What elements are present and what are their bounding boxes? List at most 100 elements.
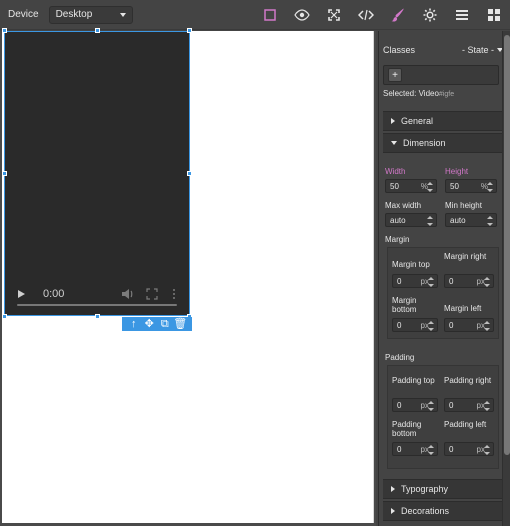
device-label: Device (8, 9, 39, 20)
resize-handle-middle-right[interactable] (187, 171, 192, 176)
sector-decorations[interactable]: Decorations (383, 501, 503, 521)
padding-top-stepper[interactable] (428, 401, 434, 411)
margin-top-stepper[interactable] (428, 277, 434, 287)
selected-indicator: Selected: Video#igfe (383, 89, 503, 101)
height-value: 50 (450, 181, 459, 191)
padding-bottom-stepper[interactable] (428, 445, 434, 455)
resize-handle-bottom-middle[interactable] (95, 314, 100, 319)
resize-handle-bottom-left[interactable] (2, 314, 7, 319)
move-icon[interactable]: ✥ (142, 317, 156, 331)
add-class-button[interactable]: + (388, 68, 402, 82)
dimension-properties: Width Height 50 % 50 % Max width Min hei… (383, 163, 503, 479)
padding-subpanel: Padding top Padding right 0 px 0 px Padd… (387, 365, 499, 469)
sector-title-dimension: Dimension (403, 138, 446, 148)
selected-element-toolbar: ↑ ✥ ⧉ 🗑 (122, 317, 192, 331)
editor-app: Device Desktop 0:00 ↑ ✥ ⧉ 🗑 Classes - St… (0, 0, 510, 526)
padding-bottom-value: 0 (397, 444, 402, 454)
selected-label: Selected: (383, 89, 417, 98)
selected-value: Video (418, 89, 439, 98)
classes-input-area[interactable]: + (383, 65, 499, 85)
page-frame[interactable]: 0:00 ↑ ✥ ⧉ 🗑 (2, 28, 374, 523)
padding-top-field[interactable]: 0 px (392, 398, 438, 412)
state-select-value: - State - (461, 45, 494, 55)
settings-button[interactable] (414, 0, 446, 30)
margin-top-label: Margin top (392, 260, 430, 269)
style-manager-panel: Classes - State - + Selected: Video#igfe… (378, 31, 510, 526)
device-select[interactable]: Desktop (48, 5, 133, 24)
style-manager-content: Classes - State - + Selected: Video#igfe… (379, 31, 503, 526)
arrow-up-icon[interactable]: ↑ (127, 317, 141, 331)
video-controls: 0:00 (5, 275, 189, 315)
padding-left-field[interactable]: 0 px (444, 442, 494, 456)
margin-right-field[interactable]: 0 px (444, 274, 494, 288)
preview-button[interactable] (286, 0, 318, 30)
margin-right-value: 0 (449, 276, 454, 286)
sector-title-typography: Typography (401, 484, 449, 494)
margin-left-label: Margin left (444, 304, 482, 313)
margin-left-value: 0 (449, 320, 454, 330)
style-manager-button[interactable] (382, 0, 414, 30)
trash-icon[interactable]: 🗑 (173, 317, 187, 331)
height-stepper[interactable] (487, 182, 493, 192)
copy-icon[interactable]: ⧉ (158, 317, 172, 331)
code-icon (358, 9, 374, 21)
max-width-field[interactable]: auto (385, 213, 437, 227)
resize-handle-middle-left[interactable] (2, 171, 7, 176)
padding-right-stepper[interactable] (484, 401, 490, 411)
volume-icon[interactable] (121, 288, 135, 300)
sector-title-general: General (401, 116, 434, 126)
resize-handle-top-left[interactable] (2, 28, 7, 33)
padding-right-field[interactable]: 0 px (444, 398, 494, 412)
max-width-select-arrows[interactable] (427, 216, 433, 226)
panel-scrollbar-thumb[interactable] (504, 35, 510, 455)
blocks-button[interactable] (478, 0, 510, 30)
sector-general[interactable]: General (383, 111, 503, 131)
more-vertical-icon[interactable] (169, 288, 179, 300)
margin-title: Margin (385, 235, 410, 244)
chevron-down-icon (391, 141, 397, 145)
margin-right-label: Margin right (444, 252, 487, 261)
min-height-field[interactable]: auto (445, 213, 497, 227)
plus-icon: + (392, 69, 398, 81)
toggle-component-outlines-button[interactable] (254, 0, 286, 30)
margin-bottom-stepper[interactable] (428, 321, 434, 331)
margin-top-field[interactable]: 0 px (392, 274, 438, 288)
state-select[interactable]: - State - (462, 45, 503, 55)
video-progress-track[interactable] (17, 304, 177, 306)
fullscreen-button[interactable] (318, 0, 350, 30)
max-width-value: auto (390, 215, 406, 225)
min-height-select-arrows[interactable] (487, 216, 493, 226)
view-code-button[interactable] (350, 0, 382, 30)
resize-handle-top-right[interactable] (187, 28, 192, 33)
sector-typography[interactable]: Typography (383, 479, 503, 499)
panel-scrollbar[interactable] (502, 31, 510, 526)
width-value: 50 (390, 181, 399, 191)
video-controls-row: 0:00 (15, 285, 179, 303)
width-field[interactable]: 50 % (385, 179, 437, 193)
padding-left-label: Padding left (444, 420, 487, 429)
fullscreen-icon (328, 9, 340, 21)
margin-top-value: 0 (397, 276, 402, 286)
margin-bottom-label: Margin bottom (392, 296, 417, 314)
menu-icon (456, 10, 468, 20)
chevron-right-icon (391, 486, 395, 492)
margin-bottom-field[interactable]: 0 px (392, 318, 438, 332)
sector-dimension[interactable]: Dimension (383, 133, 503, 153)
layer-manager-button[interactable] (446, 0, 478, 30)
padding-left-stepper[interactable] (484, 445, 490, 455)
height-field[interactable]: 50 % (445, 179, 497, 193)
width-stepper[interactable] (427, 182, 433, 192)
margin-left-stepper[interactable] (484, 321, 490, 331)
resize-handle-top-middle[interactable] (95, 28, 100, 33)
padding-right-label: Padding right (444, 376, 492, 385)
video-time: 0:00 (43, 288, 65, 300)
padding-top-value: 0 (397, 400, 402, 410)
fullscreen-icon[interactable] (145, 288, 159, 300)
video-element[interactable]: 0:00 (4, 31, 190, 316)
padding-bottom-field[interactable]: 0 px (392, 442, 438, 456)
margin-right-stepper[interactable] (484, 277, 490, 287)
play-icon[interactable] (15, 288, 27, 300)
classes-header: Classes - State - (383, 43, 503, 57)
margin-left-field[interactable]: 0 px (444, 318, 494, 332)
padding-bottom-label: Padding bottom (392, 420, 422, 438)
